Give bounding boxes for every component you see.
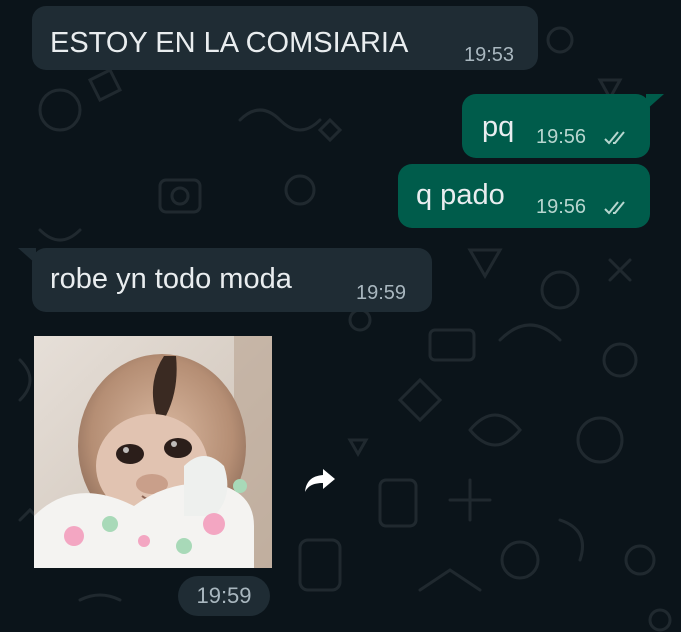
incoming-message-bubble[interactable]: robe yn todo moda 19:59 bbox=[32, 248, 432, 312]
message-time: 19:56 bbox=[536, 196, 587, 218]
message-text: ESTOY EN LA COMSIARIA bbox=[50, 27, 409, 59]
incoming-message-bubble[interactable]: ESTOY EN LA COMSIARIA 19:53 bbox=[32, 6, 538, 70]
bubble-tail bbox=[18, 248, 36, 264]
chat-area: ESTOY EN LA COMSIARIA 19:53 pq 19:56 q p… bbox=[0, 0, 681, 632]
forward-icon bbox=[305, 469, 335, 492]
message-text: robe yn todo moda bbox=[50, 263, 292, 295]
outgoing-message-bubble[interactable]: q pado 19:56 bbox=[398, 164, 650, 228]
bubble-tail bbox=[646, 94, 664, 110]
message-time: 19:59 bbox=[178, 576, 270, 616]
message-time: 19:53 bbox=[464, 44, 515, 66]
forward-button[interactable] bbox=[300, 460, 340, 500]
sticker-image[interactable] bbox=[34, 336, 272, 568]
message-text: q pado bbox=[416, 179, 505, 211]
message-time: 19:59 bbox=[356, 282, 407, 304]
double-check-icon bbox=[604, 131, 625, 145]
double-check-icon bbox=[604, 201, 625, 215]
message-text: pq bbox=[482, 111, 515, 143]
message-time: 19:56 bbox=[536, 126, 587, 148]
outgoing-message-bubble[interactable]: pq 19:56 bbox=[462, 94, 650, 158]
monkey-illustration bbox=[34, 336, 272, 568]
